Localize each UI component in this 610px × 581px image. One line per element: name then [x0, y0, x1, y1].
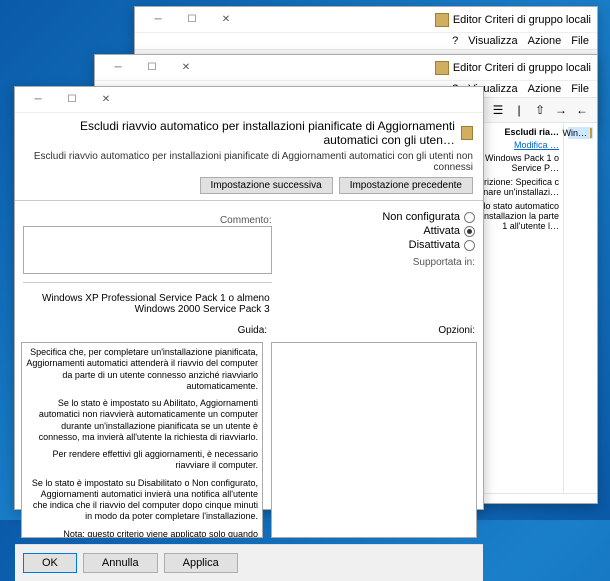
titlebar-policy: ─ ☐ ✕: [15, 87, 483, 113]
apply-button[interactable]: Applica: [164, 553, 238, 573]
radio-not-configured[interactable]: [464, 212, 475, 223]
radio-label-enabled: Attivata: [423, 225, 460, 237]
comment-textarea[interactable]: [23, 226, 272, 274]
guide-p: Specifica che, per completare un'install…: [26, 347, 258, 392]
radio-disabled[interactable]: [464, 240, 475, 251]
titlebar-bg1: Editor Criteri di gruppo locali ─ ☐ ✕: [135, 7, 597, 33]
minimize-button[interactable]: ─: [21, 90, 55, 110]
comment-label: Commento:: [23, 215, 272, 226]
guide-p: Per rendere effettivi gli aggiornamenti,…: [26, 449, 258, 472]
guide-label: Guida:: [23, 325, 267, 336]
menu-action[interactable]: Azione: [528, 83, 562, 95]
radio-label-disabled: Disattivata: [409, 239, 460, 251]
maximize-button[interactable]: ☐: [135, 58, 169, 78]
maximize-button[interactable]: ☐: [55, 90, 89, 110]
guide-pane: Specifica che, per completare un'install…: [21, 342, 263, 538]
radio-enabled[interactable]: [464, 226, 475, 237]
cancel-button[interactable]: Annulla: [83, 553, 158, 573]
policy-title: Escludi riavvio automatico per installaz…: [25, 119, 455, 147]
close-button[interactable]: ✕: [89, 90, 123, 110]
tree-selected-node[interactable]: Win…: [563, 128, 588, 138]
folder-icon: [590, 128, 592, 138]
menu-file[interactable]: File: [571, 35, 589, 47]
menu-help[interactable]: ?: [452, 35, 458, 47]
app-icon: [435, 61, 449, 75]
options-pane: [271, 342, 477, 538]
supported-text: Windows XP Professional Service Pack 1 o…: [23, 291, 272, 317]
menu-file[interactable]: File: [571, 83, 589, 95]
close-button[interactable]: ✕: [169, 58, 203, 78]
minimize-button[interactable]: ─: [101, 58, 135, 78]
supported-label: Supportata in:: [280, 257, 475, 268]
minimize-button[interactable]: ─: [141, 10, 175, 30]
policy-subtitle: Escludi riavvio automatico per installaz…: [25, 151, 473, 173]
guide-p: Se lo stato è impostato su Disabilitato …: [26, 478, 258, 523]
up-icon[interactable]: ⇧: [531, 101, 549, 119]
policy-icon: [461, 126, 473, 140]
radio-label-nc: Non configurata: [382, 211, 460, 223]
list-icon[interactable]: ☰: [489, 101, 507, 119]
ok-button[interactable]: OK: [23, 553, 77, 573]
prev-setting-button[interactable]: Impostazione precedente: [339, 177, 473, 194]
menu-view[interactable]: Visualizza: [468, 35, 517, 47]
forward-icon[interactable]: →: [552, 101, 570, 119]
next-setting-button[interactable]: Impostazione successiva: [200, 177, 333, 194]
options-label: Opzioni:: [267, 325, 475, 336]
app-icon: [435, 13, 449, 27]
maximize-button[interactable]: ☐: [175, 10, 209, 30]
guide-p: Se lo stato è impostato su Abilitato, Ag…: [26, 398, 258, 443]
titlebar-bg2: Editor Criteri di gruppo locali ─ ☐ ✕: [95, 55, 597, 81]
sep-icon: |: [510, 101, 528, 119]
menu-action[interactable]: Azione: [528, 35, 562, 47]
window-title: Editor Criteri di gruppo locali: [453, 14, 591, 26]
state-radio-group: Non configurata Attivata Disattivata: [280, 211, 475, 251]
close-button[interactable]: ✕: [209, 10, 243, 30]
window-title: Editor Criteri di gruppo locali: [453, 62, 591, 74]
guide-p: Nota: questo criterio viene applicato so…: [26, 529, 258, 539]
menubar: File Azione Visualizza ?: [135, 33, 597, 50]
back-icon[interactable]: ←: [573, 101, 591, 119]
